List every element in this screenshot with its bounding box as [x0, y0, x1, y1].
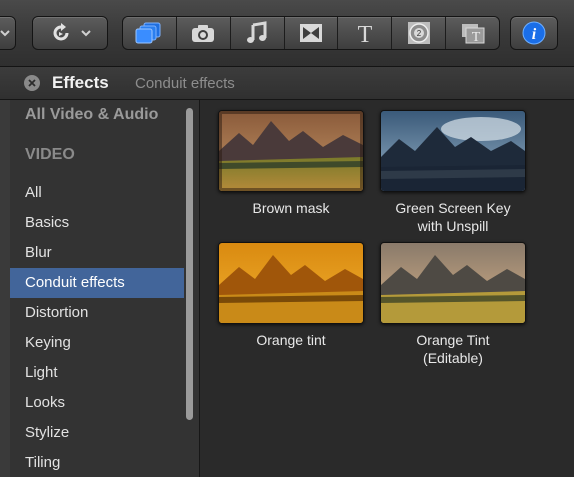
sidebar-section-video: VIDEO	[25, 146, 75, 163]
chevron-down-icon	[81, 30, 91, 37]
sidebar-item-light[interactable]: Light	[10, 358, 184, 388]
effect-thumbnail	[218, 110, 364, 192]
music-browser-button[interactable]	[231, 17, 285, 49]
photos-browser-button[interactable]	[177, 17, 231, 49]
close-icon	[28, 79, 36, 87]
sidebar-header-all-video-audio[interactable]: All Video & Audio	[10, 100, 184, 130]
landscape-thumbnail-icon	[219, 243, 363, 323]
sidebar-item-tiling[interactable]: Tiling	[10, 448, 184, 477]
landscape-thumbnail-icon	[381, 111, 525, 191]
landscape-thumbnail-icon	[381, 243, 525, 323]
effects-category-sidebar: All Video & Audio VIDEO All Basics Blur …	[10, 100, 200, 477]
generators-browser-button[interactable]: 2	[392, 17, 447, 49]
effect-name-line: (Editable)	[423, 350, 483, 366]
svg-text:2: 2	[416, 29, 421, 38]
effect-tile-orange-tint[interactable]: Orange tint	[216, 242, 366, 349]
music-note-icon	[247, 21, 267, 43]
svg-text:T: T	[358, 22, 373, 45]
effects-icon	[135, 22, 161, 44]
effects-browser-button[interactable]	[123, 17, 177, 49]
rotate-icon	[53, 23, 69, 41]
sidebar-item-conduit-effects[interactable]: Conduit effects	[10, 268, 184, 298]
close-panel-button[interactable]	[24, 75, 40, 91]
sidebar-scrollbar[interactable]	[186, 108, 193, 420]
effect-thumbnail	[218, 242, 364, 324]
effect-name-line: Orange tint	[256, 332, 326, 348]
inspector-button[interactable]: i	[510, 16, 558, 50]
camera-icon	[192, 25, 215, 42]
effects-panel-header: Effects Conduit effects	[0, 67, 574, 100]
effect-label: Brown mask	[216, 199, 366, 217]
sidebar-item-stylize[interactable]: Stylize	[10, 418, 184, 448]
info-icon: i	[522, 21, 546, 45]
sidebar-item-keying[interactable]: Keying	[10, 328, 184, 358]
browser-segment-control: T 2 T	[122, 16, 500, 50]
effect-thumbnail	[380, 110, 526, 192]
rotate-tool-button[interactable]	[32, 16, 108, 50]
effect-tile-green-screen-key[interactable]: Green Screen Key with Unspill	[378, 110, 528, 235]
effect-label: Orange tint	[216, 331, 366, 349]
svg-text:T: T	[471, 30, 480, 45]
effect-name-line: Orange Tint	[416, 332, 490, 348]
generators-icon: 2	[407, 22, 430, 44]
effects-grid: Brown mask Green Screen Key with Unspill	[200, 100, 574, 477]
sidebar-item-all[interactable]: All	[10, 178, 184, 208]
svg-text:i: i	[532, 26, 537, 43]
toolbar: T 2 T i	[0, 0, 574, 67]
transitions-browser-button[interactable]	[285, 17, 339, 49]
effect-name-line: with Unspill	[417, 218, 489, 234]
chevron-down-icon	[0, 30, 10, 37]
panel-subtitle: Conduit effects	[135, 75, 235, 92]
titles-icon: T	[358, 22, 373, 45]
transitions-icon	[300, 24, 322, 42]
sidebar-item-blur[interactable]: Blur	[10, 238, 184, 268]
effect-tile-orange-tint-editable[interactable]: Orange Tint (Editable)	[378, 242, 528, 367]
effect-tile-brown-mask[interactable]: Brown mask	[216, 110, 366, 217]
sidebar-item-basics[interactable]: Basics	[10, 208, 184, 238]
panel-title: Effects	[52, 73, 109, 92]
themes-browser-button[interactable]: T	[446, 17, 499, 49]
effect-label: Green Screen Key with Unspill	[378, 199, 528, 235]
titles-browser-button[interactable]: T	[338, 17, 393, 49]
landscape-thumbnail-icon	[219, 111, 363, 191]
themes-icon: T	[461, 24, 485, 45]
effect-thumbnail	[380, 242, 526, 324]
left-tool-button[interactable]	[0, 16, 16, 50]
effect-label: Orange Tint (Editable)	[378, 331, 528, 367]
effect-name-line: Brown mask	[252, 200, 330, 216]
sidebar-item-looks[interactable]: Looks	[10, 388, 184, 418]
sidebar-item-distortion[interactable]: Distortion	[10, 298, 184, 328]
effect-name-line: Green Screen Key	[395, 200, 511, 216]
